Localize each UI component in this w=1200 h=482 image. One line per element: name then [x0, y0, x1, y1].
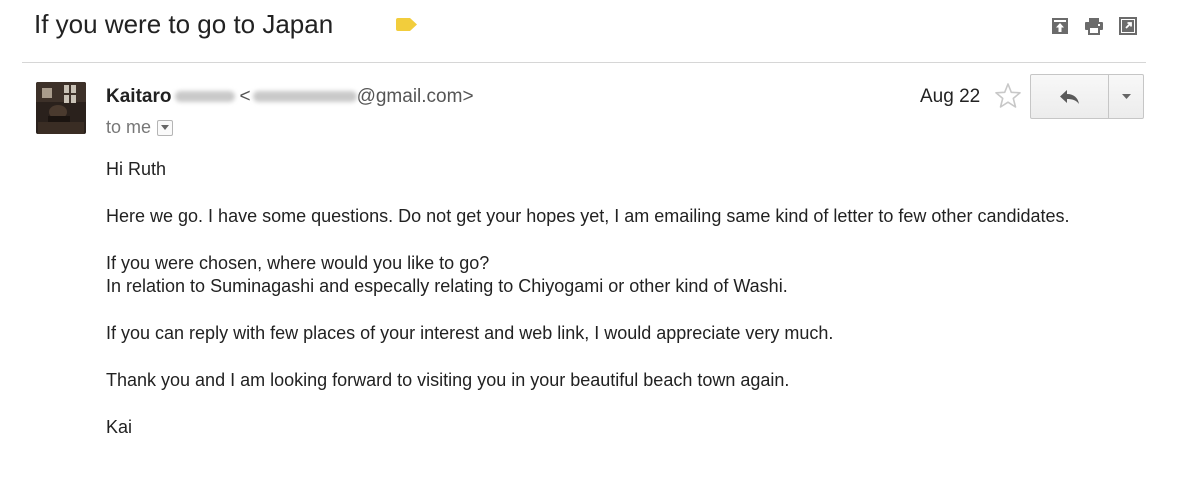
body-paragraph-2-line-2: In relation to Suminagashi and especally… [106, 276, 788, 296]
print-icon[interactable] [1084, 16, 1104, 36]
to-me-label: to me [106, 117, 152, 137]
archive-icon[interactable] [1050, 16, 1070, 36]
sender-email-domain: @gmail.com> [356, 86, 474, 107]
reply-button-group [1030, 74, 1144, 119]
avatar[interactable] [36, 82, 86, 134]
sender-info[interactable]: Kaitaro < @gmail.com> [106, 86, 474, 108]
body-paragraph-3: If you can reply with few places of your… [106, 323, 834, 343]
label-tag-icon[interactable] [396, 18, 417, 31]
show-details-dropdown[interactable] [157, 119, 174, 136]
email-view: If you were to go to Japan Kaitaro < @gm… [0, 0, 1200, 482]
reply-button[interactable] [1031, 75, 1109, 118]
chevron-down-icon [1121, 94, 1131, 99]
redacted-surname [175, 91, 236, 102]
new-window-icon[interactable] [1118, 16, 1138, 36]
email-body: Hi Ruth Here we go. I have some question… [106, 158, 1136, 463]
body-paragraph-2: If you were chosen, where would you like… [106, 252, 1136, 298]
email-subject: If you were to go to Japan [34, 9, 334, 39]
email-date: Aug 22 [920, 86, 981, 107]
star-icon[interactable] [994, 82, 1022, 110]
header-divider [22, 62, 1146, 63]
header-actions [1050, 16, 1138, 36]
body-paragraph-1: Here we go. I have some questions. Do no… [106, 206, 1070, 226]
body-paragraph-4: Thank you and I am looking forward to vi… [106, 370, 790, 390]
body-paragraph-2-line-1: If you were chosen, where would you like… [106, 253, 490, 273]
sender-email-open: < [239, 86, 251, 107]
more-actions-button[interactable] [1109, 75, 1143, 118]
recipient-line: to me [106, 117, 174, 138]
redacted-email-user [252, 91, 357, 102]
sender-name: Kaitaro [106, 86, 172, 107]
signoff: Kai [106, 417, 133, 437]
chevron-down-icon [161, 125, 170, 130]
greeting: Hi Ruth [106, 159, 167, 179]
reply-icon [1059, 89, 1079, 104]
